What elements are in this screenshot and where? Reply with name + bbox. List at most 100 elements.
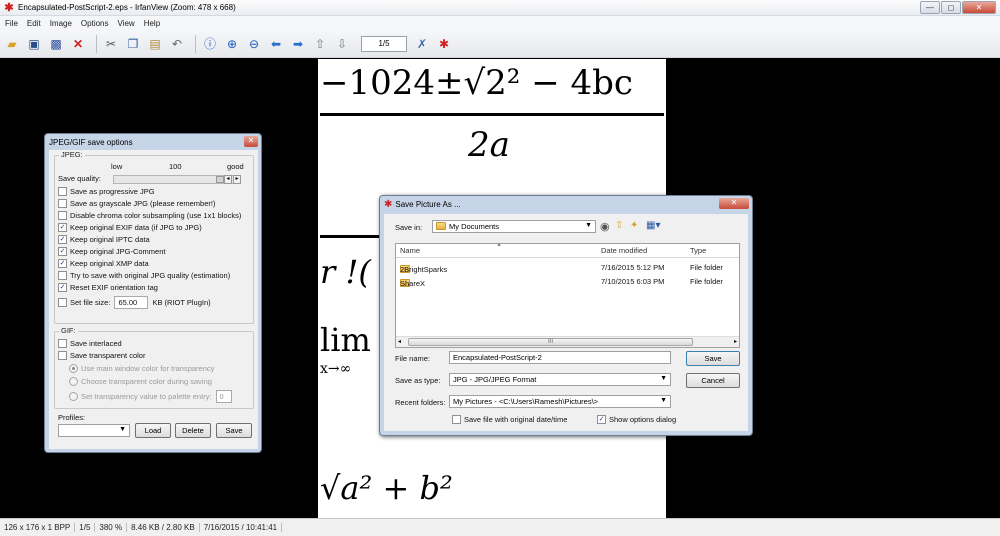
checkbox[interactable] bbox=[58, 211, 67, 220]
keep-exif-checkbox[interactable]: ✓ Keep original EXIF data (if JPG to JPG) bbox=[58, 223, 202, 232]
transparency-palette-radio[interactable]: Set transparency value to palette entry:… bbox=[69, 390, 232, 403]
save-transparent-checkbox[interactable]: Save transparent color bbox=[58, 351, 145, 360]
list-item[interactable]: ShareX 7/10/2015 6:03 PM File folder bbox=[396, 275, 739, 288]
save-interlaced-checkbox[interactable]: Save interlaced bbox=[58, 339, 122, 348]
quality-low-label: low bbox=[111, 162, 123, 171]
original-quality-checkbox[interactable]: Try to save with original JPG quality (e… bbox=[58, 271, 230, 280]
file-size-input[interactable]: 65.00 bbox=[114, 296, 149, 309]
open-icon[interactable]: ▰ bbox=[3, 35, 21, 53]
quality-slider-thumb[interactable] bbox=[216, 176, 224, 183]
recent-folders-dropdown[interactable]: My Pictures - <C:\Users\Ramesh\Pictures\… bbox=[449, 395, 671, 408]
load-button[interactable]: Load bbox=[135, 423, 171, 438]
delete-button[interactable]: Delete bbox=[175, 423, 211, 438]
delete-icon[interactable]: ✕ bbox=[69, 35, 87, 53]
file-name-input[interactable]: Encapsulated-PostScript-2 bbox=[449, 351, 671, 364]
palette-entry-input[interactable]: 0 bbox=[215, 390, 232, 403]
minimize-button[interactable]: — bbox=[920, 1, 940, 14]
keep-date-checkbox[interactable]: Save file with original date/time bbox=[452, 415, 567, 424]
column-date-modified[interactable]: Date modified bbox=[601, 246, 647, 255]
previous-icon[interactable]: ⬅ bbox=[267, 35, 285, 53]
transparency-choose-radio[interactable]: Choose transparent color during saving bbox=[69, 377, 212, 386]
column-type[interactable]: Type bbox=[690, 246, 706, 255]
slideshow-icon[interactable]: ▣ bbox=[25, 35, 43, 53]
gif-group-label: GIF: bbox=[59, 326, 78, 335]
menu-view[interactable]: View bbox=[118, 19, 135, 28]
grayscale-jpg-checkbox[interactable]: Save as grayscale JPG (please remember!) bbox=[58, 199, 215, 208]
list-item[interactable]: 2BrightSparks 7/16/2015 5:12 PM File fol… bbox=[396, 261, 739, 274]
radio-button[interactable] bbox=[69, 392, 78, 401]
scroll-left-icon[interactable]: ◂ bbox=[398, 338, 401, 345]
scroll-thumb[interactable]: III bbox=[408, 338, 693, 346]
slider-right-arrow[interactable]: ▸ bbox=[233, 175, 241, 184]
quality-slider[interactable]: ◂ ▸ bbox=[113, 175, 241, 184]
paste-icon[interactable]: ▤ bbox=[146, 35, 164, 53]
cancel-button[interactable]: Cancel bbox=[686, 373, 740, 388]
copy-icon[interactable]: ❐ bbox=[124, 35, 142, 53]
restore-button[interactable]: ◻ bbox=[941, 1, 961, 14]
cut-icon[interactable]: ✂ bbox=[102, 35, 120, 53]
disable-chroma-checkbox[interactable]: Disable chroma color subsampling (use 1x… bbox=[58, 211, 241, 220]
progressive-jpg-checkbox[interactable]: Save as progressive JPG bbox=[58, 187, 155, 196]
save-as-type-dropdown[interactable]: JPG - JPG/JPEG Format ▼ bbox=[449, 373, 671, 386]
keep-jpg-comment-checkbox[interactable]: ✓ Keep original JPG-Comment bbox=[58, 247, 165, 256]
menu-bar: File Edit Image Options View Help bbox=[0, 16, 1000, 30]
menu-edit[interactable]: Edit bbox=[27, 19, 41, 28]
horizontal-scrollbar[interactable]: ◂ III ▸ bbox=[396, 336, 739, 347]
view-menu-icon[interactable]: ▦▾ bbox=[646, 220, 660, 231]
toolbar-separator bbox=[195, 34, 196, 53]
checkmark-icon[interactable]: ✓ bbox=[58, 235, 67, 244]
scroll-right-icon[interactable]: ▸ bbox=[734, 338, 737, 345]
menu-file[interactable]: File bbox=[5, 19, 18, 28]
info-icon[interactable]: ⓘ bbox=[201, 35, 219, 53]
close-icon[interactable]: ✕ bbox=[244, 136, 258, 147]
page-indicator[interactable]: 1/5 bbox=[361, 35, 407, 52]
radio-button[interactable] bbox=[69, 364, 78, 373]
menu-help[interactable]: Help bbox=[144, 19, 160, 28]
set-file-size-checkbox[interactable] bbox=[58, 298, 67, 307]
formula-fragment-sqrt: √a² + b² bbox=[320, 469, 453, 507]
new-folder-icon[interactable]: ✦ bbox=[630, 220, 638, 231]
file-list[interactable]: Name ▲ Date modified Type 2BrightSparks … bbox=[395, 242, 740, 348]
checkbox[interactable] bbox=[58, 187, 67, 196]
show-options-checkbox[interactable]: ✓ Show options dialog bbox=[597, 415, 676, 424]
profiles-dropdown[interactable]: ▼ bbox=[58, 424, 130, 437]
undo-icon[interactable]: ↶ bbox=[168, 35, 186, 53]
checkmark-icon[interactable]: ✓ bbox=[58, 259, 67, 268]
checkmark-icon[interactable]: ✓ bbox=[58, 247, 67, 256]
menu-image[interactable]: Image bbox=[50, 19, 72, 28]
transparency-main-window-radio[interactable]: Use main window color for transparency bbox=[69, 364, 214, 373]
back-icon[interactable]: ◉ bbox=[600, 220, 610, 233]
save-button[interactable]: Save bbox=[216, 423, 252, 438]
checkmark-icon[interactable]: ✓ bbox=[58, 283, 67, 292]
zoom-in-icon[interactable]: ⊕ bbox=[223, 35, 241, 53]
slider-left-arrow[interactable]: ◂ bbox=[224, 175, 232, 184]
checkbox[interactable] bbox=[452, 415, 461, 424]
chevron-down-icon: ▼ bbox=[660, 375, 667, 382]
close-button[interactable]: ✕ bbox=[962, 1, 996, 14]
reset-exif-orientation-checkbox[interactable]: ✓ Reset EXIF orientation tag bbox=[58, 283, 158, 292]
checkbox[interactable] bbox=[58, 271, 67, 280]
next-icon[interactable]: ➡ bbox=[289, 35, 307, 53]
zoom-out-icon[interactable]: ⊖ bbox=[245, 35, 263, 53]
checkbox[interactable] bbox=[58, 351, 67, 360]
settings-icon[interactable]: ✗ bbox=[413, 35, 431, 53]
checkbox[interactable] bbox=[58, 339, 67, 348]
keep-iptc-checkbox[interactable]: ✓ Keep original IPTC data bbox=[58, 235, 150, 244]
save-icon[interactable]: ▩ bbox=[47, 35, 65, 53]
menu-options[interactable]: Options bbox=[81, 19, 109, 28]
keep-xmp-checkbox[interactable]: ✓ Keep original XMP data bbox=[58, 259, 149, 268]
file-list-header: Name ▲ Date modified Type bbox=[396, 242, 739, 258]
title-bar: ✱ Encapsulated-PostScript-2.eps - IrfanV… bbox=[0, 0, 1000, 16]
checkbox[interactable] bbox=[58, 199, 67, 208]
radio-button[interactable] bbox=[69, 377, 78, 386]
save-in-dropdown[interactable]: My Documents ▼ bbox=[432, 220, 596, 233]
up-folder-icon[interactable]: ⇧ bbox=[615, 220, 623, 231]
column-name[interactable]: Name bbox=[400, 246, 420, 255]
exit-icon[interactable]: ✱ bbox=[435, 35, 453, 53]
next-page-icon[interactable]: ⇩ bbox=[333, 35, 351, 53]
checkmark-icon[interactable]: ✓ bbox=[597, 415, 606, 424]
save-button[interactable]: Save bbox=[686, 351, 740, 366]
first-page-icon[interactable]: ⇧ bbox=[311, 35, 329, 53]
close-icon[interactable]: ✕ bbox=[719, 198, 749, 209]
checkmark-icon[interactable]: ✓ bbox=[58, 223, 67, 232]
